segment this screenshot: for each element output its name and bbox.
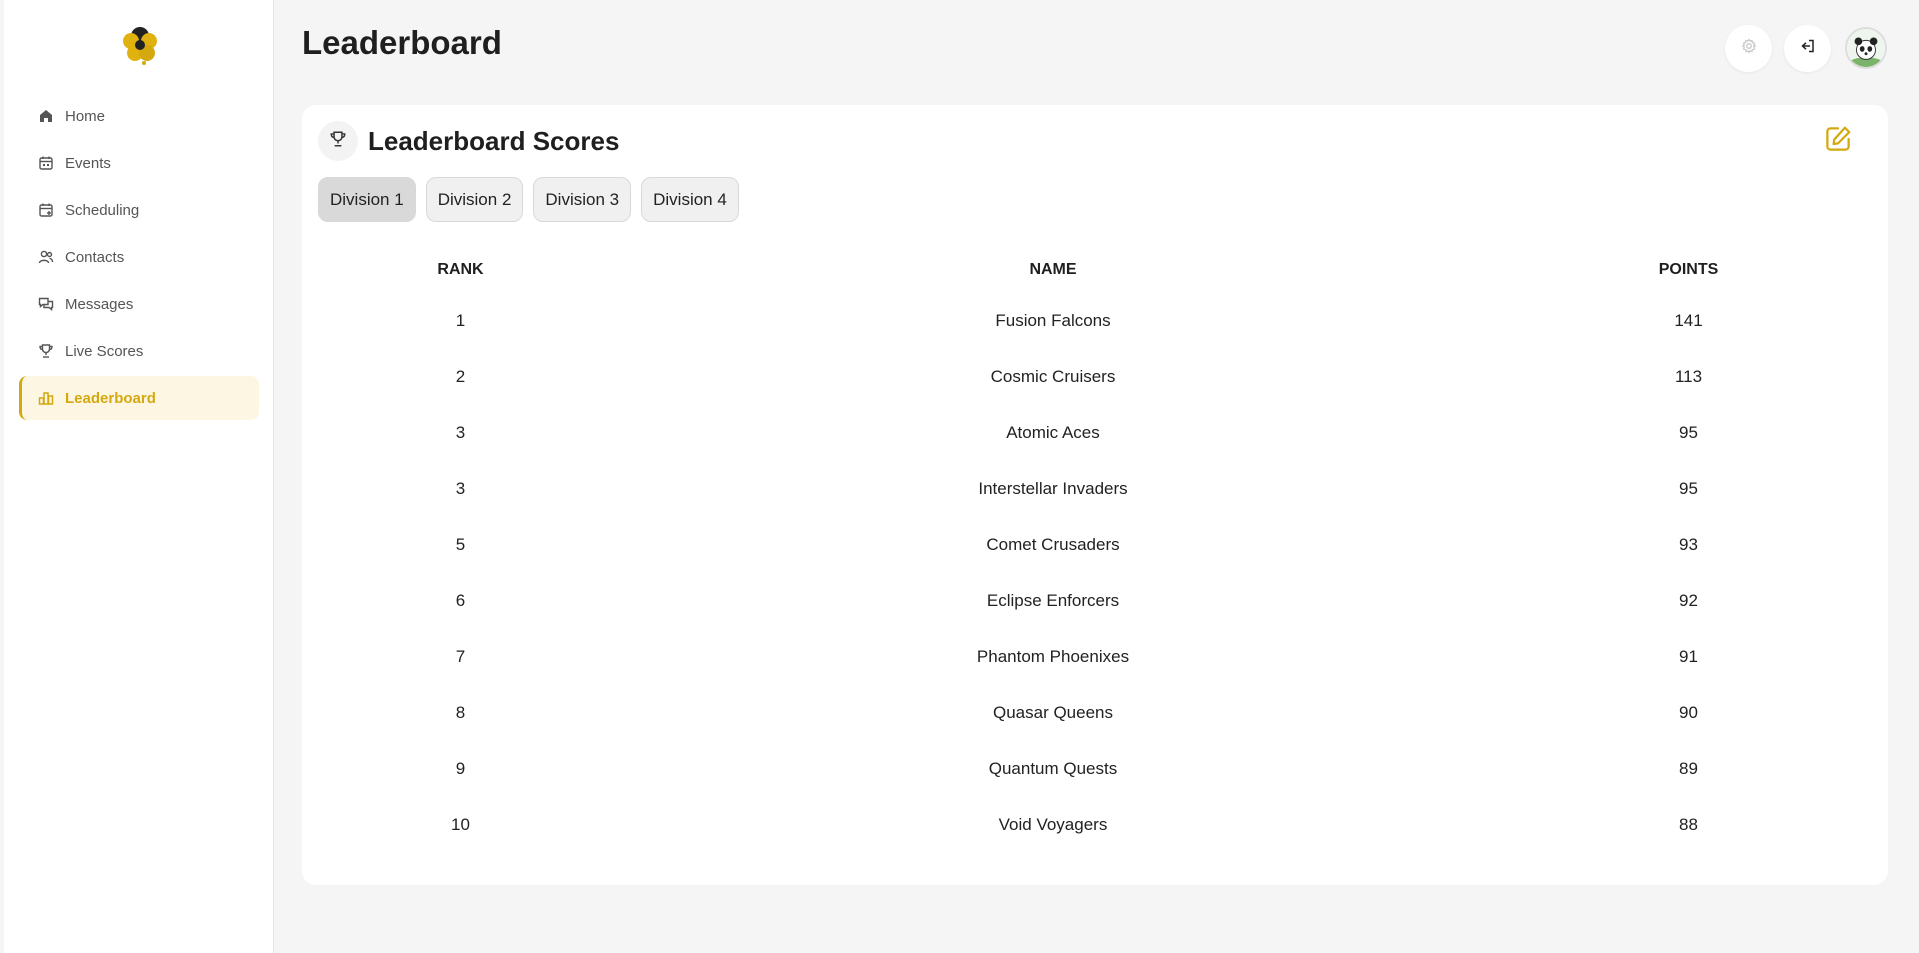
sidebar-item-label: Contacts — [65, 248, 125, 266]
name-cell: Quasar Queens — [992, 703, 1113, 722]
points-cell: 95 — [1679, 423, 1698, 442]
settings-button[interactable] — [1725, 25, 1772, 72]
name-cell: Cosmic Cruisers — [990, 367, 1116, 386]
rank-cell: 9 — [455, 759, 466, 778]
rank-cell: 5 — [455, 535, 466, 554]
name-cell: Quantum Quests — [988, 759, 1118, 778]
trophy-badge — [318, 121, 358, 161]
table-row: 3 Atomic Aces 95 — [318, 405, 1874, 461]
points-cell: 113 — [1674, 367, 1703, 386]
table-row: 6 Eclipse Enforcers 92 — [318, 573, 1874, 629]
sidebar: Home Events Scheduling Contacts Messages — [4, 0, 274, 953]
avatar[interactable] — [1845, 27, 1887, 69]
points-cell: 88 — [1679, 815, 1698, 834]
points-cell: 89 — [1679, 759, 1698, 778]
name-cell: Comet Crusaders — [986, 535, 1120, 554]
gear-icon — [1741, 38, 1757, 59]
table-row: 5 Comet Crusaders 93 — [318, 517, 1874, 573]
messages-icon — [37, 295, 55, 313]
tab-division-4[interactable]: Division 4 — [641, 177, 739, 222]
rank-cell: 3 — [455, 423, 466, 442]
top-actions — [1725, 25, 1887, 72]
rank-cell: 8 — [455, 703, 466, 722]
edit-icon — [1823, 124, 1853, 159]
rank-cell: 10 — [451, 815, 470, 834]
tab-division-3[interactable]: Division 3 — [533, 177, 632, 222]
tab-division-1[interactable]: Division 1 — [318, 177, 416, 222]
rank-cell: 7 — [455, 647, 466, 666]
logout-icon — [1800, 38, 1816, 59]
division-tabs: Division 1 Division 2 Division 3 Divisio… — [318, 177, 739, 222]
sidebar-item-label: Leaderboard — [65, 389, 156, 407]
sidebar-item-live-scores[interactable]: Live Scores — [19, 329, 259, 373]
users-icon — [37, 248, 55, 266]
sidebar-item-home[interactable]: Home — [19, 94, 259, 138]
table-row: 8 Quasar Queens 90 — [318, 685, 1874, 741]
points-cell: 141 — [1674, 311, 1703, 330]
sidebar-item-contacts[interactable]: Contacts — [19, 235, 259, 279]
tab-division-2[interactable]: Division 2 — [425, 177, 524, 222]
bar-chart-icon — [37, 389, 55, 407]
points-cell: 95 — [1679, 479, 1698, 498]
leaderboard-card: Leaderboard Scores Division 1 Division 2… — [302, 105, 1888, 885]
table-row: 7 Phantom Phoenixes 91 — [318, 629, 1874, 685]
sidebar-nav: Home Events Scheduling Contacts Messages — [19, 94, 259, 423]
sidebar-item-label: Events — [65, 154, 111, 172]
rank-cell: 1 — [455, 311, 466, 330]
table-row: 10 Void Voyagers 88 — [318, 797, 1874, 853]
leaderboard-table: RANK NAME POINTS 1 Fusion Falcons 141 2 … — [318, 247, 1874, 853]
table-header-row: RANK NAME POINTS — [318, 247, 1874, 293]
table-row: 9 Quantum Quests 89 — [318, 741, 1874, 797]
name-cell: Fusion Falcons — [995, 311, 1111, 330]
card-header: Leaderboard Scores — [318, 121, 619, 161]
rank-cell: 2 — [455, 367, 466, 386]
column-header-points[interactable]: POINTS — [1503, 247, 1874, 293]
sidebar-item-label: Live Scores — [65, 342, 144, 360]
calendar-icon — [37, 154, 55, 172]
column-header-name[interactable]: NAME — [603, 247, 1503, 293]
edit-button[interactable] — [1822, 125, 1854, 157]
sidebar-item-label: Messages — [65, 295, 134, 313]
table-row: 3 Interstellar Invaders 95 — [318, 461, 1874, 517]
name-cell: Eclipse Enforcers — [986, 591, 1120, 610]
sidebar-item-events[interactable]: Events — [19, 141, 259, 185]
sidebar-item-leaderboard[interactable]: Leaderboard — [19, 376, 259, 420]
points-cell: 90 — [1679, 703, 1698, 722]
table-row: 2 Cosmic Cruisers 113 — [318, 349, 1874, 405]
sidebar-item-messages[interactable]: Messages — [19, 282, 259, 326]
sidebar-item-label: Scheduling — [65, 201, 140, 219]
card-title: Leaderboard Scores — [368, 125, 620, 156]
home-icon — [37, 107, 55, 125]
table-row: 1 Fusion Falcons 141 — [318, 293, 1874, 349]
rank-cell: 6 — [455, 591, 466, 610]
name-cell: Atomic Aces — [1006, 423, 1100, 442]
name-cell: Interstellar Invaders — [978, 479, 1128, 498]
rank-cell: 3 — [455, 479, 466, 498]
column-header-rank[interactable]: RANK — [318, 247, 603, 293]
points-cell: 92 — [1679, 591, 1698, 610]
app-logo[interactable] — [118, 24, 162, 65]
logout-button[interactable] — [1784, 25, 1831, 72]
points-cell: 91 — [1679, 647, 1698, 666]
name-cell: Void Voyagers — [998, 815, 1108, 834]
page-title: Leaderboard — [302, 24, 502, 61]
sidebar-item-label: Home — [65, 107, 106, 125]
sidebar-item-scheduling[interactable]: Scheduling — [19, 188, 259, 232]
trophy-icon — [37, 342, 55, 360]
name-cell: Phantom Phoenixes — [976, 647, 1130, 666]
calendar-plus-icon — [37, 201, 55, 219]
points-cell: 93 — [1679, 535, 1698, 554]
trophy-icon — [329, 130, 347, 153]
